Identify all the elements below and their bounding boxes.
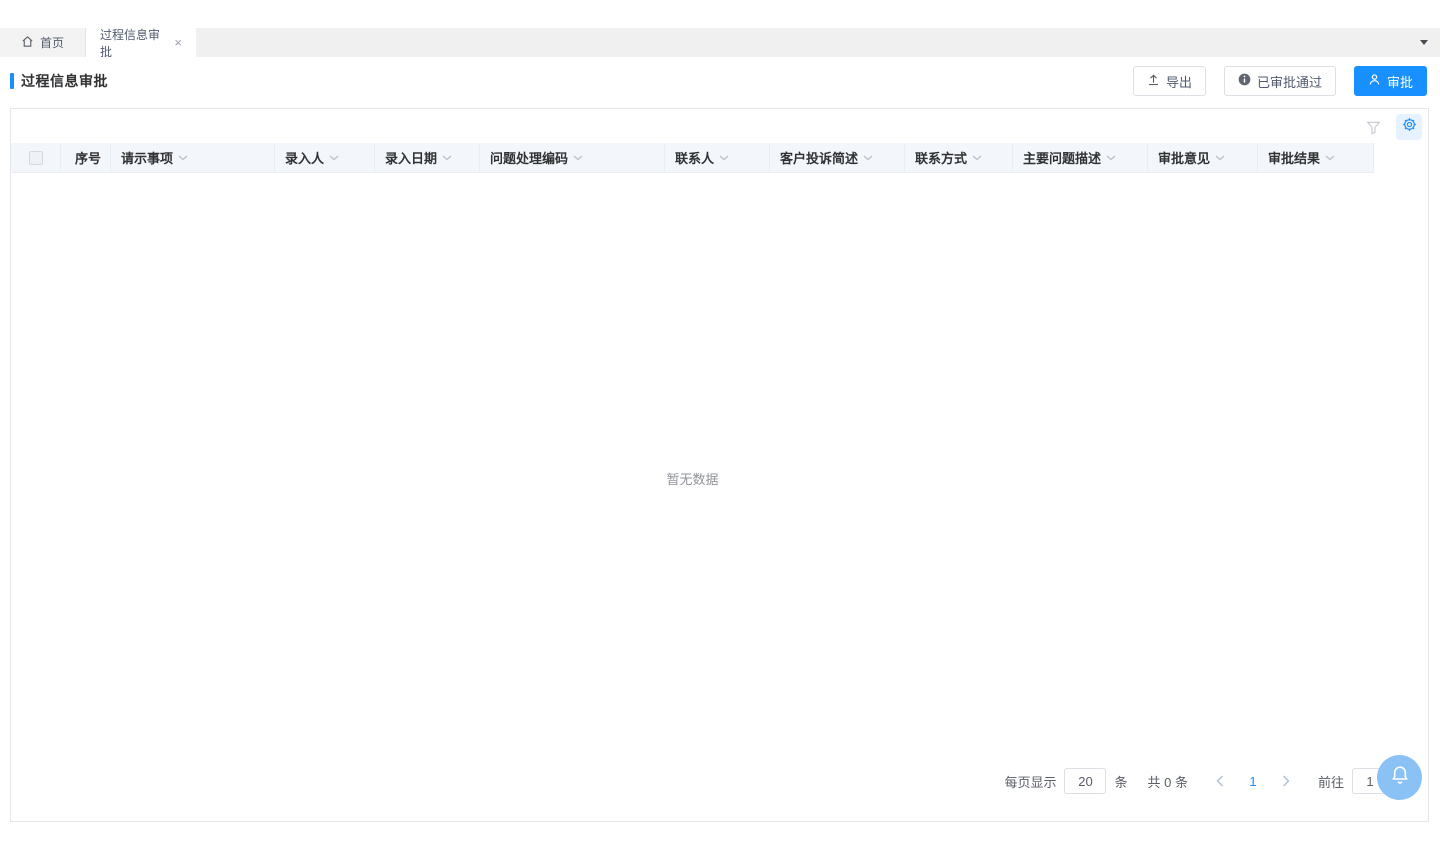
column-header-approval-opinion[interactable]: 审批意见 — [1148, 143, 1258, 172]
home-icon — [21, 35, 34, 51]
page-header: 过程信息审批 导出 已审批通过 审批 — [10, 66, 1427, 96]
select-all-checkbox[interactable] — [29, 151, 43, 165]
tab-home[interactable]: 首页 — [0, 28, 86, 57]
goto-label: 前往 — [1318, 772, 1344, 791]
per-page-unit: 条 — [1114, 772, 1127, 791]
column-header-contact-method[interactable]: 联系方式 — [905, 143, 1013, 172]
column-header-complaint-summary[interactable]: 客户投诉简述 — [770, 143, 905, 172]
column-header-request-item[interactable]: 请示事项 — [111, 143, 275, 172]
pagination: 每页显示 条 共 0 条 1 前往 页 — [1004, 767, 1409, 795]
table-toolbar — [1360, 111, 1422, 143]
person-icon — [1368, 73, 1381, 89]
tab-process-approval[interactable]: 过程信息审批 × — [86, 28, 196, 57]
chevron-down-icon — [442, 155, 452, 161]
chevron-down-icon — [972, 155, 982, 161]
column-header-main-issue[interactable]: 主要问题描述 — [1013, 143, 1148, 172]
column-header-entry-date[interactable]: 录入日期 — [375, 143, 480, 172]
column-header-approval-result[interactable]: 审批结果 — [1258, 143, 1374, 172]
approve-button-label: 审批 — [1387, 72, 1413, 91]
chevron-down-icon — [1325, 155, 1335, 161]
approve-button[interactable]: 审批 — [1354, 66, 1427, 96]
select-all-cell — [11, 143, 61, 172]
page-title: 过程信息审批 — [21, 71, 108, 91]
info-icon — [1238, 73, 1251, 89]
approved-button[interactable]: 已审批通过 — [1224, 66, 1336, 96]
column-header-issue-code[interactable]: 问题处理编码 — [480, 143, 665, 172]
per-page-input[interactable] — [1064, 768, 1106, 794]
table-header: 序号 请示事项 录入人 录入日期 问题处理编码 联系人 客户投诉简述 联系方式 — [11, 143, 1374, 173]
column-header-index[interactable]: 序号 — [61, 143, 111, 172]
next-page-button[interactable] — [1274, 768, 1298, 794]
chevron-down-icon — [573, 155, 583, 161]
chevron-down-icon — [1215, 155, 1225, 161]
chevron-down-icon — [719, 155, 729, 161]
total-count: 共 0 条 — [1148, 772, 1188, 791]
close-icon[interactable]: × — [174, 36, 182, 49]
title-accent-bar — [10, 73, 14, 89]
chevron-down-icon — [1106, 155, 1116, 161]
column-header-entered-by[interactable]: 录入人 — [275, 143, 375, 172]
export-button[interactable]: 导出 — [1133, 66, 1206, 96]
bell-icon — [1388, 763, 1412, 792]
per-page-label: 每页显示 — [1004, 772, 1056, 791]
chevron-down-icon — [178, 155, 188, 161]
table-card: 序号 请示事项 录入人 录入日期 问题处理编码 联系人 客户投诉简述 联系方式 — [10, 108, 1429, 822]
empty-state-text: 暂无数据 — [11, 469, 1374, 488]
tab-label: 首页 — [40, 34, 64, 51]
upload-icon — [1147, 73, 1160, 89]
tab-label: 过程信息审批 — [100, 26, 164, 60]
column-header-contact[interactable]: 联系人 — [665, 143, 770, 172]
action-buttons: 导出 已审批通过 审批 — [1133, 66, 1427, 96]
approved-button-label: 已审批通过 — [1257, 72, 1322, 91]
chevron-down-icon — [863, 155, 873, 161]
funnel-icon[interactable] — [1360, 114, 1386, 140]
caret-down-icon[interactable] — [1420, 40, 1428, 45]
gear-icon — [1402, 117, 1417, 137]
chevron-down-icon — [329, 155, 339, 161]
notification-fab[interactable] — [1377, 755, 1422, 800]
page-number[interactable]: 1 — [1240, 774, 1266, 789]
export-button-label: 导出 — [1166, 72, 1192, 91]
prev-page-button[interactable] — [1208, 768, 1232, 794]
tab-bar: 首页 过程信息审批 × — [0, 28, 1440, 57]
settings-button[interactable] — [1396, 114, 1422, 140]
